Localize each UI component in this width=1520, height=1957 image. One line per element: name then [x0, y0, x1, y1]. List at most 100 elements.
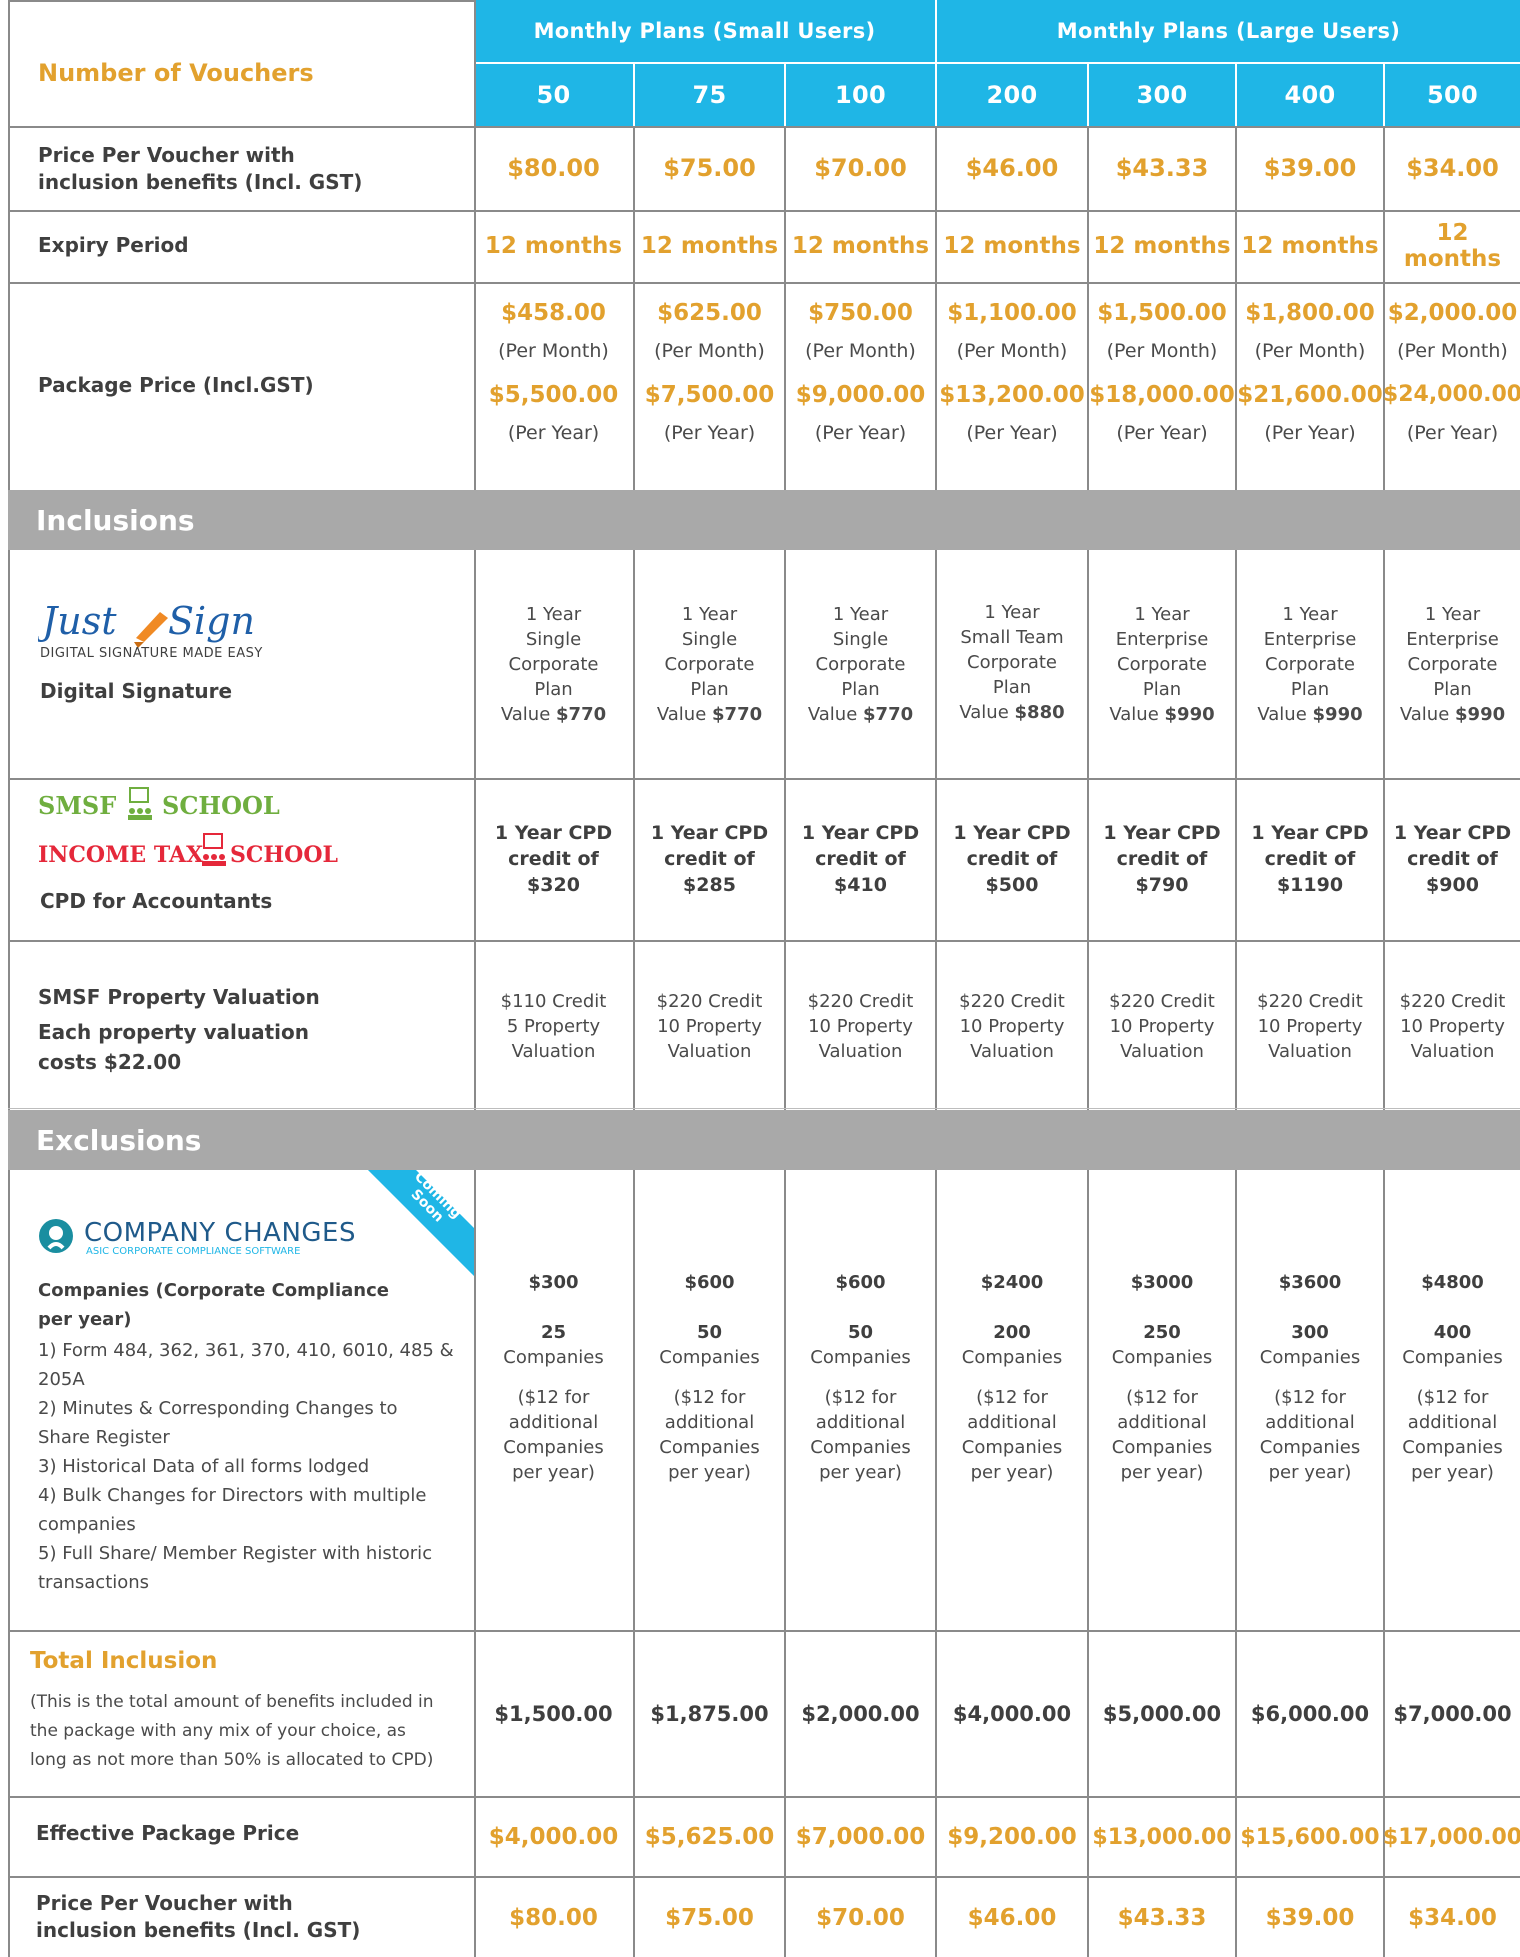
valuation-suffix: Valuation — [667, 1040, 752, 1062]
per-month-label: (Per Month) — [1397, 340, 1508, 362]
voucher-count: 75 — [692, 81, 727, 109]
group-large-users: Monthly Plans (Large Users) — [1056, 19, 1401, 43]
voucher-count: 500 — [1427, 81, 1478, 109]
heading-line: per year) — [38, 1309, 132, 1330]
value-prefix: Value — [500, 703, 551, 725]
exclusion-item: 4) Bulk Changes for Directors with multi… — [38, 1485, 427, 1506]
valuation-credit: $220 Credit — [1109, 990, 1215, 1012]
inclusions-title: Inclusions — [36, 504, 195, 537]
voucher-count: 100 — [835, 81, 886, 109]
plan-line: Enterprise — [1263, 628, 1357, 650]
extra-line: per year) — [1268, 1462, 1352, 1483]
cpd-cell: 1 Year CPD credit of $1190 — [1237, 780, 1383, 938]
company-changes-icon — [39, 1219, 73, 1253]
total-value: $1,875.00 — [650, 1702, 769, 1726]
valuation-cell: $110 Credit 5 Property Valuation — [474, 942, 633, 1110]
expiry-value: 12 months — [484, 233, 623, 259]
total-value: $1,500.00 — [494, 1702, 613, 1726]
price-value: $39.00 — [1263, 154, 1357, 182]
label-line: Price Per Voucher with — [38, 143, 295, 167]
per-year-label: (Per Year) — [663, 422, 756, 444]
company-cell: $2400 200 Companies ($12 for additional … — [937, 1270, 1087, 1510]
effective-value: $7,000.00 — [795, 1824, 926, 1850]
company-count: 25 — [540, 1322, 567, 1343]
plan-line: Corporate — [1117, 653, 1207, 675]
cpd-value: $1190 — [1276, 874, 1344, 896]
value-prefix: Value — [1399, 703, 1450, 725]
income-tax-school-text: INCOME TAX — [38, 842, 204, 868]
ds-plan-cell: 1 Year Small Team Corporate Plan Value $… — [937, 550, 1087, 774]
cpd-cell: 1 Year CPD credit of $320 — [474, 780, 633, 938]
total-value: $4,000.00 — [952, 1702, 1072, 1726]
school-people-icon — [202, 833, 226, 866]
effective-price-label: Effective Package Price — [36, 1821, 300, 1845]
cpd-value: $320 — [527, 874, 580, 896]
cpd-line: 1 Year CPD — [1393, 822, 1512, 844]
price-value: $46.00 — [967, 1904, 1057, 1931]
plan-line: Enterprise — [1115, 628, 1209, 650]
valuation-count: 10 Property — [657, 1015, 762, 1037]
valuation-cell: $220 Credit 10 Property Valuation — [1385, 942, 1520, 1110]
left-border — [8, 550, 10, 1110]
yearly-price: $18,000.00 — [1089, 382, 1235, 408]
package-price-cell: $458.00 (Per Month) $5,500.00 (Per Year) — [474, 300, 633, 470]
heading-line: Companies (Corporate Compliance — [38, 1280, 389, 1301]
plan-line: Corporate — [1407, 653, 1498, 675]
expiry-value: 12 months — [791, 233, 930, 259]
yearly-price: $9,000.00 — [795, 382, 926, 408]
plan-value: $770 — [712, 703, 763, 725]
plan-line: Plan — [534, 678, 573, 700]
package-price-cell: $1,100.00 (Per Month) $13,200.00 (Per Ye… — [937, 300, 1087, 470]
valuation-credit: $220 Credit — [807, 990, 914, 1012]
valuation-suffix: Valuation — [970, 1040, 1054, 1062]
company-cell: $3600 300 Companies ($12 for additional … — [1237, 1270, 1383, 1510]
label-line: costs $22.00 — [38, 1050, 182, 1074]
yearly-price: $7,500.00 — [644, 382, 775, 408]
plan-line: 1 Year — [1134, 603, 1190, 625]
exclusion-item: 3) Historical Data of all forms lodged — [38, 1456, 370, 1477]
monthly-price: $458.00 — [501, 300, 606, 326]
coming-soon-ribbon: Coming Soon — [354, 1170, 474, 1290]
plan-value: $880 — [1014, 701, 1065, 723]
svg-text:SCHOOL: SCHOOL — [162, 791, 280, 820]
extra-line: per year) — [970, 1462, 1054, 1483]
company-changes-logo: COMPANY CHANGES ASIC CORPORATE COMPLIANC… — [38, 1218, 358, 1258]
cpd-line: credit of — [1116, 848, 1208, 870]
per-year-label: (Per Year) — [507, 422, 600, 444]
valuation-count: 10 Property — [1400, 1015, 1505, 1037]
per-year-label: (Per Year) — [1264, 422, 1356, 444]
expiry-value: 12 months — [1241, 233, 1379, 259]
plan-line: Single — [681, 628, 738, 650]
extra-line: per year) — [819, 1462, 902, 1483]
plan-value: $990 — [1312, 703, 1363, 725]
extra-line: Companies — [1402, 1437, 1503, 1458]
companies-word: Companies — [503, 1347, 604, 1368]
valuation-credit: $220 Credit — [1257, 990, 1363, 1012]
cpd-line: credit of — [508, 848, 599, 870]
label-line: SMSF Property Valuation — [38, 985, 320, 1009]
extra-line: Companies — [961, 1437, 1063, 1458]
valuation-count: 10 Property — [808, 1015, 913, 1037]
extra-line: Companies — [810, 1437, 911, 1458]
smsf-school-text: SMSF — [38, 791, 116, 820]
exclusion-items: 1) Form 484, 362, 361, 370, 410, 6010, 4… — [38, 1336, 454, 1597]
package-price-label: Package Price (Incl.GST) — [38, 373, 314, 397]
package-price-cell: $1,500.00 (Per Month) $18,000.00 (Per Ye… — [1089, 300, 1235, 470]
label-line: Price Per Voucher with — [36, 1891, 293, 1915]
companies-word: Companies — [810, 1347, 911, 1368]
valuation-cell: $220 Credit 10 Property Valuation — [786, 942, 935, 1110]
cpd-line: 1 Year CPD — [494, 822, 613, 844]
smsf-school-logo: SMSF SCHOOL — [38, 784, 328, 824]
companies-word: Companies — [1402, 1347, 1503, 1368]
valuation-count: 10 Property — [959, 1015, 1065, 1037]
total-value: $5,000.00 — [1102, 1702, 1222, 1726]
ds-plan-cell: 1 Year Single Corporate Plan Value $770 — [635, 550, 784, 778]
plan-line: Plan — [992, 676, 1032, 698]
extra-line: ($12 for — [1126, 1387, 1198, 1408]
value-prefix: Value — [656, 703, 707, 725]
valuation-count: 10 Property — [1109, 1015, 1215, 1037]
svg-text:Just: Just — [38, 599, 117, 643]
cpd-line: 1 Year CPD — [1103, 822, 1221, 844]
group-small-users: Monthly Plans (Small Users) — [533, 19, 876, 43]
monthly-price: $1,800.00 — [1245, 300, 1375, 326]
